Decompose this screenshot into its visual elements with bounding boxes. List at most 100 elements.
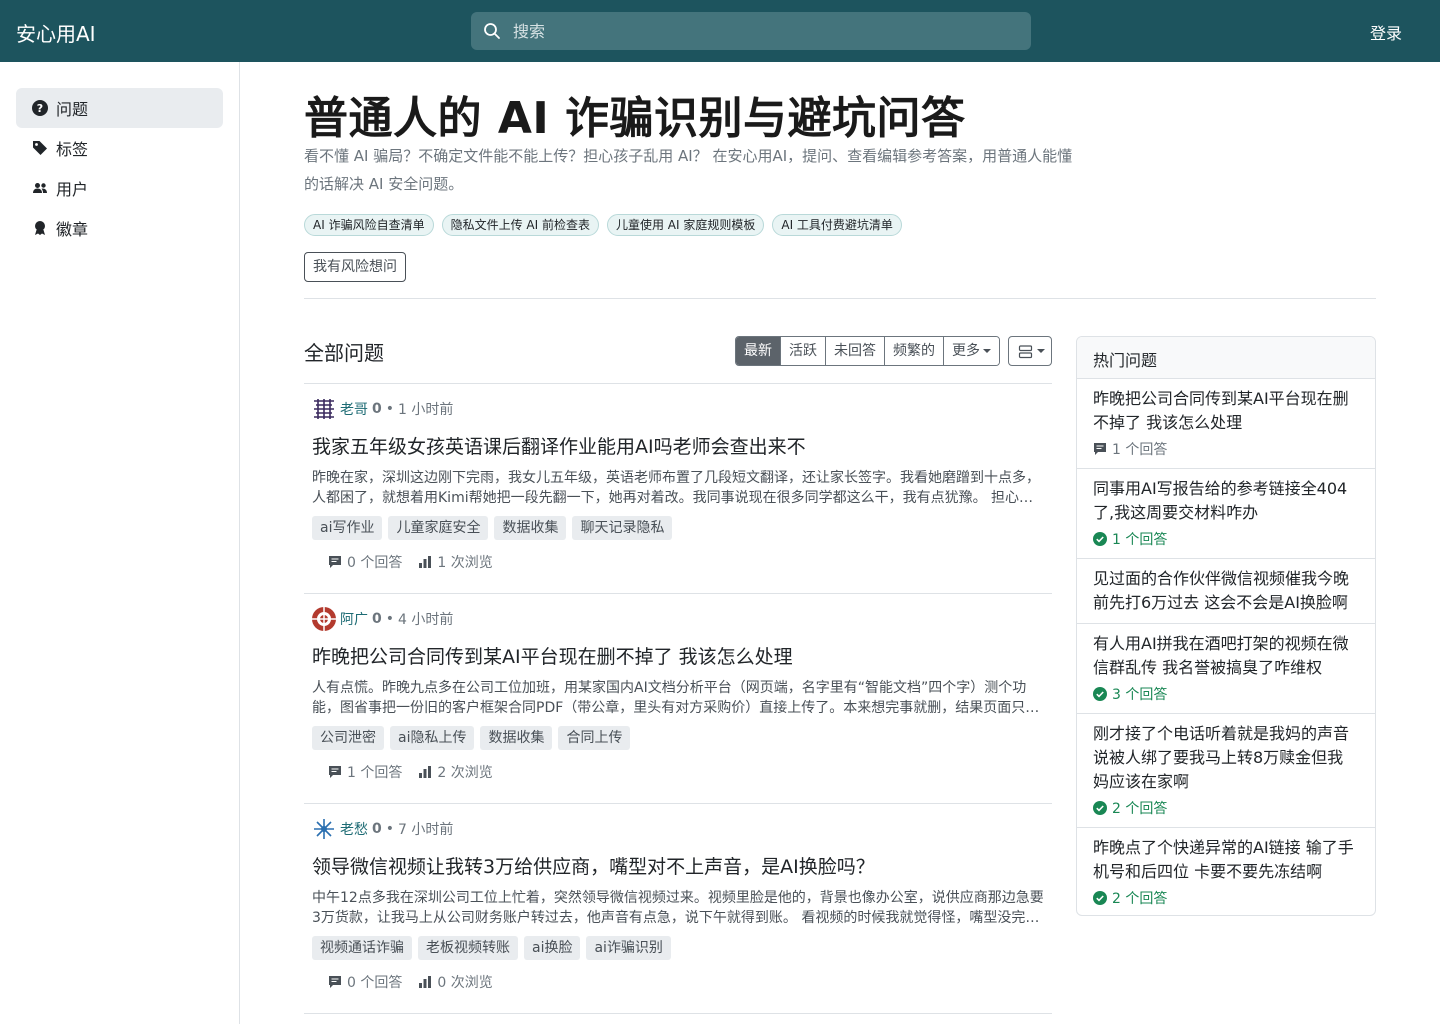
tag-chip[interactable]: 聊天记录隐私 bbox=[572, 516, 673, 540]
hot-question-title[interactable]: 刚才接了个电话听着就是我妈的声音说被人绑了要我马上转8万赎金但我妈应该在家啊 bbox=[1093, 722, 1359, 794]
answer-count-label: 0 个回答 bbox=[347, 975, 403, 991]
chat-icon bbox=[329, 766, 341, 778]
hot-question-title[interactable]: 昨晚把公司合同传到某AI平台现在删不掉了 我该怎么处理 bbox=[1093, 387, 1359, 435]
sort-tabs: 最新 活跃 未回答 频繁的 更多 bbox=[735, 336, 1000, 366]
tag-chip[interactable]: 数据收集 bbox=[494, 516, 567, 540]
tag-chip[interactable]: ai诈骗识别 bbox=[586, 936, 671, 960]
brand-logo[interactable]: 安心用AI bbox=[16, 18, 96, 47]
author-reputation: 0 bbox=[372, 821, 382, 837]
bar-chart-icon bbox=[419, 766, 432, 778]
chevron-down-icon bbox=[983, 349, 991, 353]
login-link[interactable]: 登录 bbox=[1370, 20, 1402, 44]
check-circle-icon bbox=[1093, 801, 1107, 815]
hot-question-item[interactable]: 有人用AI拼我在酒吧打架的视频在微信群乱传 我名誉被搞臭了咋维权 3 个回答 bbox=[1077, 623, 1375, 712]
author-reputation: 0 bbox=[372, 611, 382, 627]
sidebar-item-tags[interactable]: 标签 bbox=[16, 128, 223, 168]
avatar[interactable] bbox=[312, 397, 336, 421]
resource-pill[interactable]: AI 工具付费避坑清单 bbox=[772, 214, 902, 236]
bar-chart-icon bbox=[419, 976, 432, 988]
sidebar-item-label: 用户 bbox=[56, 180, 89, 199]
hot-question-answers: 2 个回答 bbox=[1093, 888, 1359, 908]
divider bbox=[304, 298, 1376, 299]
tag-chip[interactable]: 儿童家庭安全 bbox=[388, 516, 489, 540]
hot-questions-panel: 热门问题 昨晚把公司合同传到某AI平台现在删不掉了 我该怎么处理 1 个回答 同… bbox=[1076, 336, 1376, 916]
hot-question-item[interactable]: 同事用AI写报告给的参考链接全404了,我这周要交材料咋办 1 个回答 bbox=[1077, 468, 1375, 557]
tab-more-label: 更多 bbox=[952, 343, 980, 359]
tab-newest[interactable]: 最新 bbox=[736, 337, 781, 365]
question-author[interactable]: 老愁 bbox=[340, 819, 368, 839]
answer-count-label: 1 个回答 bbox=[1112, 532, 1168, 548]
meta-separator: • bbox=[385, 821, 395, 837]
tag-chip[interactable]: ai换脸 bbox=[524, 936, 581, 960]
hot-question-title[interactable]: 见过面的合作伙伴微信视频催我今晚前先打6万过去 这会不会是AI换脸啊 bbox=[1093, 567, 1359, 615]
question-author[interactable]: 阿广 bbox=[340, 609, 368, 629]
question-time: 7 小时前 bbox=[398, 822, 454, 838]
tab-frequent[interactable]: 频繁的 bbox=[885, 337, 944, 365]
question-excerpt: 中午12点多我在深圳公司工位上忙着，突然领导微信视频过来。视频里脸是他的，背景也… bbox=[312, 890, 1044, 926]
avatar[interactable] bbox=[312, 607, 336, 631]
answer-count-label: 2 个回答 bbox=[1112, 891, 1168, 907]
hot-question-item[interactable]: 昨晚点了个快递异常的AI链接 输了手机号和后四位 卡要不要先冻结啊 2 个回答 bbox=[1077, 827, 1375, 915]
view-toggle-button[interactable] bbox=[1008, 336, 1052, 366]
tag-chip[interactable]: 公司泄密 bbox=[312, 726, 384, 750]
resource-pills: AI 诈骗风险自查清单 隐私文件上传 AI 前检查表 儿童使用 AI 家庭规则模… bbox=[304, 214, 902, 236]
question-meta: 阿广 0 • 4 小时前 bbox=[312, 607, 1044, 631]
question-meta: 老哥 0 • 1 小时前 bbox=[312, 397, 1044, 421]
answer-count-label: 0 个回答 bbox=[347, 555, 403, 571]
answer-count-label: 1 个回答 bbox=[347, 765, 403, 781]
tag-chip[interactable]: 合同上传 bbox=[558, 726, 631, 750]
hot-question-title[interactable]: 有人用AI拼我在酒吧打架的视频在微信群乱传 我名誉被搞臭了咋维权 bbox=[1093, 632, 1359, 680]
resource-pill[interactable]: AI 诈骗风险自查清单 bbox=[304, 214, 434, 236]
view-count-label: 2 次浏览 bbox=[437, 765, 493, 781]
answer-count-label: 3 个回答 bbox=[1112, 687, 1168, 703]
resource-pill[interactable]: 儿童使用 AI 家庭规则模板 bbox=[606, 214, 765, 236]
sidebar-item-badges[interactable]: 徽章 bbox=[16, 208, 223, 248]
question-meta: 老愁 0 • 7 小时前 bbox=[312, 817, 1044, 841]
question-title[interactable]: 我家五年级女孩英语课后翻译作业能用AI吗老师会查出来不 bbox=[312, 434, 1044, 460]
list-title: 全部问题 bbox=[304, 341, 384, 365]
tab-more[interactable]: 更多 bbox=[944, 337, 999, 365]
question-title[interactable]: 昨晚把公司合同传到某AI平台现在删不掉了 我该怎么处理 bbox=[312, 644, 1044, 670]
avatar[interactable] bbox=[312, 817, 336, 841]
hot-question-item[interactable]: 见过面的合作伙伴微信视频催我今晚前先打6万过去 这会不会是AI换脸啊 bbox=[1077, 558, 1375, 623]
question-item: 老愁 0 • 7 小时前 领导微信视频让我转3万给供应商，嘴型对不上声音，是AI… bbox=[312, 817, 1044, 994]
question-author[interactable]: 老哥 bbox=[340, 399, 368, 419]
divider bbox=[304, 383, 1052, 384]
view-count: 1 次浏览 bbox=[418, 552, 493, 572]
sidebar: ? 问题 标签 用户 徽章 bbox=[0, 62, 240, 1024]
tag-chip[interactable]: ai写作业 bbox=[312, 516, 383, 540]
hot-questions-title: 热门问题 bbox=[1077, 337, 1375, 379]
question-circle-icon: ? bbox=[32, 100, 48, 116]
search-box[interactable] bbox=[471, 12, 1031, 50]
divider bbox=[304, 1013, 1052, 1014]
hot-question-title[interactable]: 同事用AI写报告给的参考链接全404了,我这周要交材料咋办 bbox=[1093, 477, 1359, 525]
hot-question-title[interactable]: 昨晚点了个快递异常的AI链接 输了手机号和后四位 卡要不要先冻结啊 bbox=[1093, 836, 1359, 884]
tag-chip[interactable]: 数据收集 bbox=[480, 726, 553, 750]
tab-unanswered[interactable]: 未回答 bbox=[826, 337, 885, 365]
hot-question-answers: 3 个回答 bbox=[1093, 684, 1359, 704]
author-reputation: 0 bbox=[372, 401, 382, 417]
check-circle-icon bbox=[1093, 532, 1107, 546]
tag-chip[interactable]: 视频通话诈骗 bbox=[312, 936, 412, 960]
question-time: 4 小时前 bbox=[398, 612, 454, 628]
hot-question-item[interactable]: 刚才接了个电话听着就是我妈的声音说被人绑了要我马上转8万赎金但我妈应该在家啊 2… bbox=[1077, 713, 1375, 826]
svg-text:?: ? bbox=[37, 102, 43, 115]
question-stats: 0 个回答 1 次浏览 bbox=[328, 550, 1044, 574]
sidebar-item-questions[interactable]: ? 问题 bbox=[16, 88, 223, 128]
check-circle-icon bbox=[1093, 891, 1107, 905]
hot-question-item[interactable]: 昨晚把公司合同传到某AI平台现在删不掉了 我该怎么处理 1 个回答 bbox=[1077, 378, 1375, 467]
tab-active[interactable]: 活跃 bbox=[781, 337, 826, 365]
tag-chip[interactable]: ai隐私上传 bbox=[390, 726, 475, 750]
list-view-icon bbox=[1018, 345, 1033, 359]
view-count-label: 0 次浏览 bbox=[437, 975, 493, 991]
resource-pill[interactable]: 隐私文件上传 AI 前检查表 bbox=[441, 214, 599, 236]
search-input[interactable] bbox=[513, 12, 1013, 50]
question-item: 阿广 0 • 4 小时前 昨晚把公司合同传到某AI平台现在删不掉了 我该怎么处理… bbox=[312, 607, 1044, 784]
page-title: 普通人的 AI 诈骗识别与避坑问答 bbox=[304, 93, 966, 144]
tag-chip[interactable]: 老板视频转账 bbox=[418, 936, 518, 960]
question-title[interactable]: 领导微信视频让我转3万给供应商，嘴型对不上声音，是AI换脸吗？ bbox=[312, 854, 1044, 880]
sidebar-item-users[interactable]: 用户 bbox=[16, 168, 223, 208]
ask-question-button[interactable]: 我有风险想问 bbox=[304, 252, 406, 282]
hot-question-answers: 2 个回答 bbox=[1093, 798, 1359, 818]
chevron-down-icon bbox=[1037, 349, 1045, 353]
